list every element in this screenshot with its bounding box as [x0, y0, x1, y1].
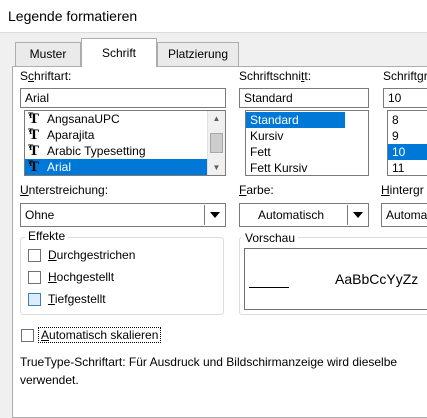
- tab-schrift-label: Schrift: [101, 46, 136, 60]
- font-info-line1: TrueType-Schriftart: Für Ausdruck und Bi…: [20, 355, 398, 369]
- size-label: Schriftgr: [383, 69, 427, 83]
- underline-value: Ohne: [25, 208, 55, 222]
- scroll-down-icon[interactable]: ▼: [209, 160, 224, 175]
- font-list-item[interactable]: TT Aparajita: [25, 127, 225, 143]
- tab-muster[interactable]: Muster: [15, 42, 81, 66]
- subscript-label: Tiefgestellt: [48, 292, 106, 306]
- background-value: Automa: [386, 208, 427, 222]
- truetype-icon: TT: [28, 127, 40, 143]
- style-list-item-selected[interactable]: Standard: [246, 112, 345, 128]
- size-input[interactable]: 10: [383, 88, 427, 108]
- background-label: Hintergr: [381, 183, 424, 197]
- color-dropdown[interactable]: Automatisch: [239, 203, 369, 227]
- underline-label: Unterstreichung:: [20, 183, 109, 197]
- superscript-label: Hochgestellt: [48, 270, 115, 284]
- style-list-item[interactable]: Fett Kursiv: [246, 160, 368, 175]
- preview-box: AaBbCcYyZz: [244, 248, 427, 310]
- tab-platzierung-label: Platzierung: [167, 47, 229, 61]
- font-info-line2: verwendet.: [20, 373, 79, 387]
- truetype-icon: TT: [28, 159, 40, 175]
- size-list-item[interactable]: 8: [388, 112, 427, 128]
- size-list-item[interactable]: 9: [388, 128, 427, 144]
- subscript-checkbox[interactable]: [28, 293, 41, 306]
- font-item-label: Arabic Typesetting: [47, 144, 146, 158]
- size-list-item[interactable]: 11: [388, 160, 427, 175]
- strikethrough-label: Durchgestrichen: [48, 248, 136, 262]
- font-item-label: Arial: [47, 160, 72, 174]
- color-value: Automatisch: [258, 208, 325, 222]
- background-dropdown[interactable]: Automa: [381, 203, 427, 227]
- style-list[interactable]: Standard Kursiv Fett Fett Kursiv: [245, 110, 369, 176]
- font-list-item[interactable]: TT Arabic Typesetting: [25, 143, 225, 159]
- scroll-up-icon[interactable]: ▲: [209, 111, 224, 126]
- font-list-item-selected[interactable]: TT Arial: [25, 159, 225, 175]
- font-item-label: Aparajita: [47, 128, 95, 142]
- preview-sample: AaBbCcYyZz: [335, 271, 419, 287]
- size-list-item-selected[interactable]: 10: [388, 144, 427, 160]
- scroll-thumb[interactable]: [210, 133, 223, 153]
- chevron-down-icon[interactable]: [347, 205, 367, 225]
- style-label: Schriftschnitt:: [239, 69, 312, 83]
- chevron-down-icon[interactable]: [204, 205, 224, 225]
- autoscale-label: Automatisch skalieren: [38, 327, 162, 343]
- window-title: Legende formatieren: [8, 8, 138, 24]
- strikethrough-checkbox[interactable]: [28, 249, 41, 262]
- size-list[interactable]: 8 9 10 11: [387, 110, 427, 176]
- font-input[interactable]: Arial: [20, 88, 226, 108]
- font-item-label: AngsanaUPC: [47, 112, 120, 126]
- style-list-item[interactable]: Fett: [246, 144, 368, 160]
- style-list-item[interactable]: Kursiv: [246, 128, 368, 144]
- style-input[interactable]: Standard: [239, 88, 369, 108]
- preview-baseline: [249, 287, 289, 288]
- font-list-scrollbar[interactable]: ▲ ▼: [207, 111, 225, 175]
- truetype-icon: TT: [28, 143, 40, 159]
- truetype-icon: TT: [28, 111, 40, 127]
- font-label: Schriftart:: [20, 69, 72, 83]
- effects-group-label: Effekte: [25, 229, 69, 243]
- tab-platzierung[interactable]: Platzierung: [157, 42, 239, 66]
- font-list-item[interactable]: TT AngsanaUPC: [25, 111, 225, 127]
- preview-group-label: Vorschau: [242, 231, 299, 245]
- color-label: Farbe:: [239, 183, 274, 197]
- tab-muster-label: Muster: [29, 47, 67, 61]
- tab-schrift[interactable]: Schrift: [81, 38, 157, 67]
- font-list[interactable]: TT AngsanaUPC TT Aparajita TT Arabic Typ…: [24, 110, 226, 176]
- autoscale-checkbox[interactable]: [21, 329, 34, 342]
- underline-dropdown[interactable]: Ohne: [20, 203, 226, 227]
- superscript-checkbox[interactable]: [28, 271, 41, 284]
